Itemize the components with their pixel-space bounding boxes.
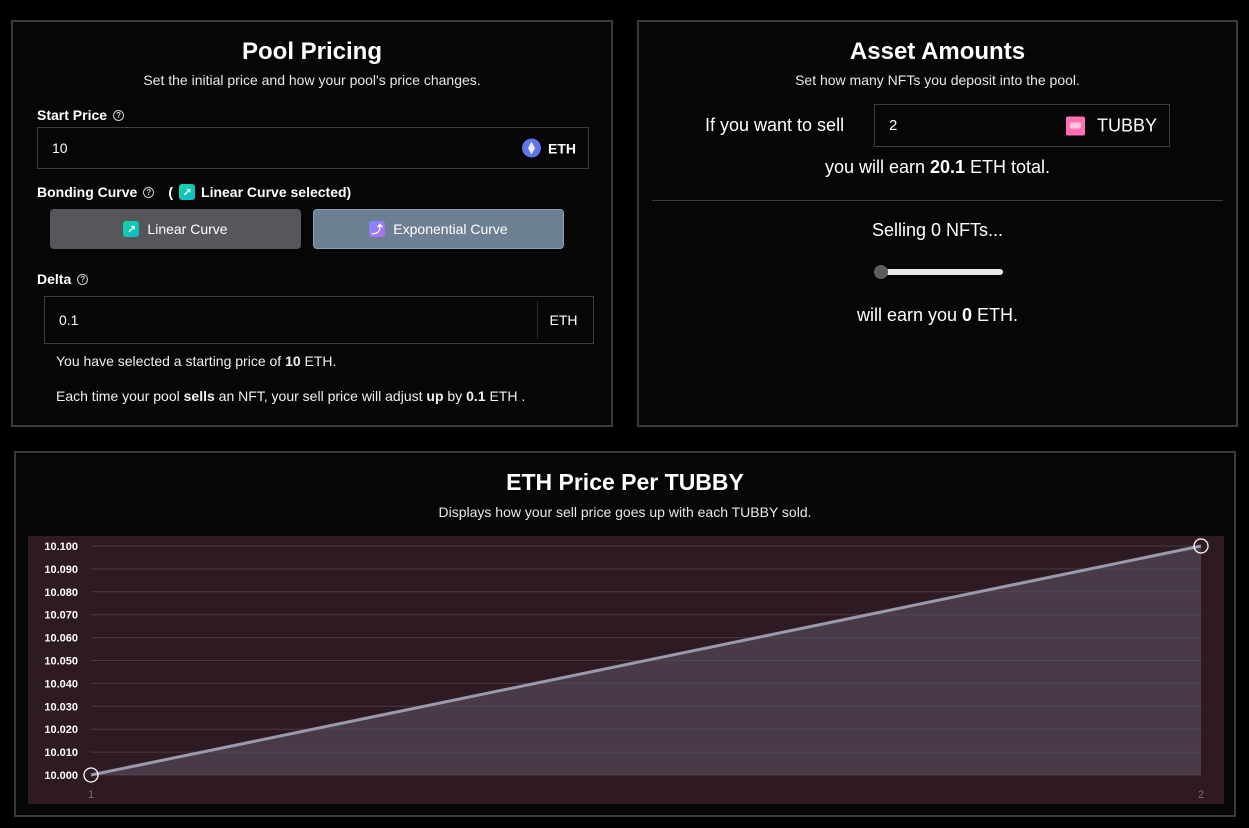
asset-amounts-subtitle: Set how many NFTs you deposit into the p…	[795, 72, 1080, 88]
y-tick-label: 10.060	[44, 633, 78, 645]
start-price-field[interactable]: ETH	[37, 127, 589, 169]
sell-prompt: If you want to sell	[705, 115, 845, 135]
exponential-curve-button-label: Exponential Curve	[393, 221, 508, 237]
delta-field[interactable]: ETH	[44, 296, 594, 344]
help-icon[interactable]: ?	[143, 186, 155, 198]
asset-amounts-title: Asset Amounts	[849, 38, 1026, 65]
x-tick-label: 1	[88, 789, 94, 801]
total-earn-value: 20.1	[929, 157, 966, 177]
delta-label: Delta	[37, 271, 72, 287]
starting-price-summary: You have selected a starting price of 10…	[56, 353, 337, 369]
y-tick-label: 10.000	[44, 770, 78, 782]
selected-curve-text: Linear Curve selected)	[201, 184, 352, 200]
exponential-curve-button[interactable]: ⤴ Exponential Curve	[313, 209, 564, 249]
will-earn-text: will earn you 0 ETH.	[856, 305, 1019, 325]
y-tick-label: 10.090	[44, 564, 78, 576]
delta-currency-addon: ETH	[537, 301, 589, 339]
start-price-label-group: Start Price ?	[37, 107, 125, 123]
start-price-currency: ETH	[522, 138, 576, 158]
linear-curve-button[interactable]: ↗ Linear Curve	[50, 209, 301, 249]
ethereum-icon	[522, 138, 541, 158]
bonding-curve-label: Bonding Curve	[37, 184, 138, 200]
delta-input[interactable]	[45, 297, 593, 343]
help-icon[interactable]: ?	[113, 109, 125, 121]
price-chart-panel: ETH Price Per TUBBY Displays how your se…	[14, 451, 1236, 817]
price-chart: 10.100 10.090 10.080 10.070 10.060 10.050 10.0…	[28, 536, 1224, 804]
y-tick-label: 10.020	[44, 724, 78, 736]
asset-amounts-panel: Asset Amounts Set how many NFTs you depo…	[637, 20, 1238, 427]
linear-curve-icon: ↗	[179, 184, 196, 200]
tubby-collection-icon	[1065, 116, 1085, 135]
summary-start-price: 10	[285, 353, 301, 369]
linear-curve-icon: ↗	[123, 221, 140, 237]
exponential-curve-icon: ⤴	[369, 221, 386, 237]
will-earn-value: 0	[962, 305, 973, 325]
start-price-label: Start Price	[37, 107, 108, 123]
help-icon[interactable]: ?	[77, 273, 89, 285]
y-tick-label: 10.100	[44, 541, 78, 553]
y-tick-label: 10.010	[44, 747, 78, 759]
y-tick-label: 10.030	[44, 701, 78, 713]
start-price-input[interactable]	[38, 128, 588, 168]
pool-pricing-subtitle: Set the initial price and how your pool'…	[143, 72, 481, 88]
selling-count-text: Selling 0 NFTs...	[871, 220, 1004, 240]
token-badge: TUBBY	[1065, 115, 1157, 136]
pool-pricing-title: Pool Pricing	[241, 38, 382, 65]
total-earn-text: you will earn 20.1 ETH total.	[824, 157, 1051, 177]
x-tick-label: 2	[1198, 789, 1204, 801]
y-tick-label: 10.070	[44, 610, 78, 622]
sell-amount-field[interactable]: TUBBY	[874, 104, 1170, 147]
delta-label-group: Delta ?	[37, 271, 89, 287]
selected-curve-paren: (	[168, 184, 174, 200]
chart-title: ETH Price Per TUBBY	[506, 469, 744, 495]
summary-delta: 0.1	[466, 388, 486, 404]
start-price-currency-label: ETH	[548, 140, 576, 156]
pool-pricing-panel: Pool Pricing Set the initial price and h…	[11, 20, 613, 427]
y-tick-label: 10.080	[44, 587, 78, 599]
token-name: TUBBY	[1096, 115, 1157, 135]
bonding-curve-label-group: Bonding Curve ? ( ↗ Linear Curve selecte…	[37, 184, 351, 200]
y-tick-label: 10.050	[44, 656, 78, 668]
linear-curve-button-label: Linear Curve	[147, 221, 228, 237]
sell-count-slider-track[interactable]	[875, 269, 1003, 275]
section-divider	[652, 200, 1223, 201]
sell-count-slider-thumb[interactable]	[874, 265, 888, 279]
delta-summary: Each time your pool sells an NFT, your s…	[56, 388, 526, 404]
y-tick-label: 10.040	[44, 678, 78, 690]
chart-subtitle: Displays how your sell price goes up wit…	[438, 504, 812, 520]
